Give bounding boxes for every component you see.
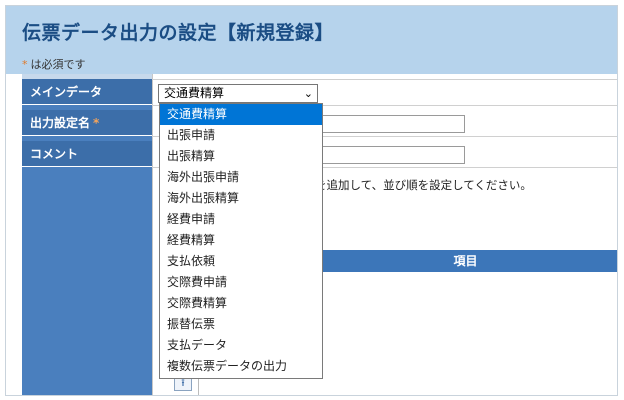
output-name-label: 出力設定名 *	[22, 110, 152, 136]
items-header: 項目	[314, 250, 617, 272]
dropdown-option[interactable]: 出張精算	[160, 146, 322, 167]
settings-panel: 伝票データ出力の設定【新規登録】 * は必須です メインデータ 出力設定名 * コメ…	[5, 5, 618, 396]
comment-input[interactable]	[318, 146, 465, 164]
dropdown-option[interactable]: 振替伝票	[160, 314, 322, 335]
chevron-down-icon: ⌄	[303, 87, 313, 100]
dropdown-option[interactable]: 海外出張精算	[160, 188, 322, 209]
dropdown-option[interactable]: 交際費申請	[160, 272, 322, 293]
required-star-icon: *	[93, 116, 100, 130]
page-header: 伝票データ出力の設定【新規登録】 * は必須です	[6, 6, 617, 74]
dropdown-option[interactable]: 経費申請	[160, 209, 322, 230]
dropdown-option[interactable]: 経費精算	[160, 230, 322, 251]
dropdown-option[interactable]: 交際費精算	[160, 293, 322, 314]
dropdown-option[interactable]: 海外出張申請	[160, 167, 322, 188]
required-star-icon: *	[22, 58, 28, 71]
main-data-dropdown[interactable]: 交通費精算 出張申請 出張精算 海外出張申請 海外出張精算 経費申請 経費精算 …	[159, 103, 323, 379]
dropdown-option[interactable]: 交通費精算	[160, 104, 322, 125]
page-title: 伝票データ出力の設定【新規登録】	[22, 22, 335, 44]
dropdown-option[interactable]: 複数伝票データの出力	[160, 356, 322, 377]
dropdown-option[interactable]: 出張申請	[160, 125, 322, 146]
required-note-text: は必須です	[30, 58, 86, 71]
comment-label: コメント	[22, 141, 152, 167]
main-data-select[interactable]: 交通費精算 ⌄	[158, 84, 318, 103]
dropdown-option[interactable]: 支払データ	[160, 335, 322, 356]
dropdown-option[interactable]: 支払依頼	[160, 251, 322, 272]
required-note: * は必須です	[22, 56, 86, 72]
output-name-input[interactable]	[318, 115, 465, 133]
main-data-select-value: 交通費精算	[164, 86, 225, 100]
main-data-label: メインデータ	[22, 79, 152, 105]
item-instruction-text: を追加して、並び順を設定してください。	[315, 178, 532, 192]
label-column: メインデータ 出力設定名 * コメント	[22, 74, 152, 395]
